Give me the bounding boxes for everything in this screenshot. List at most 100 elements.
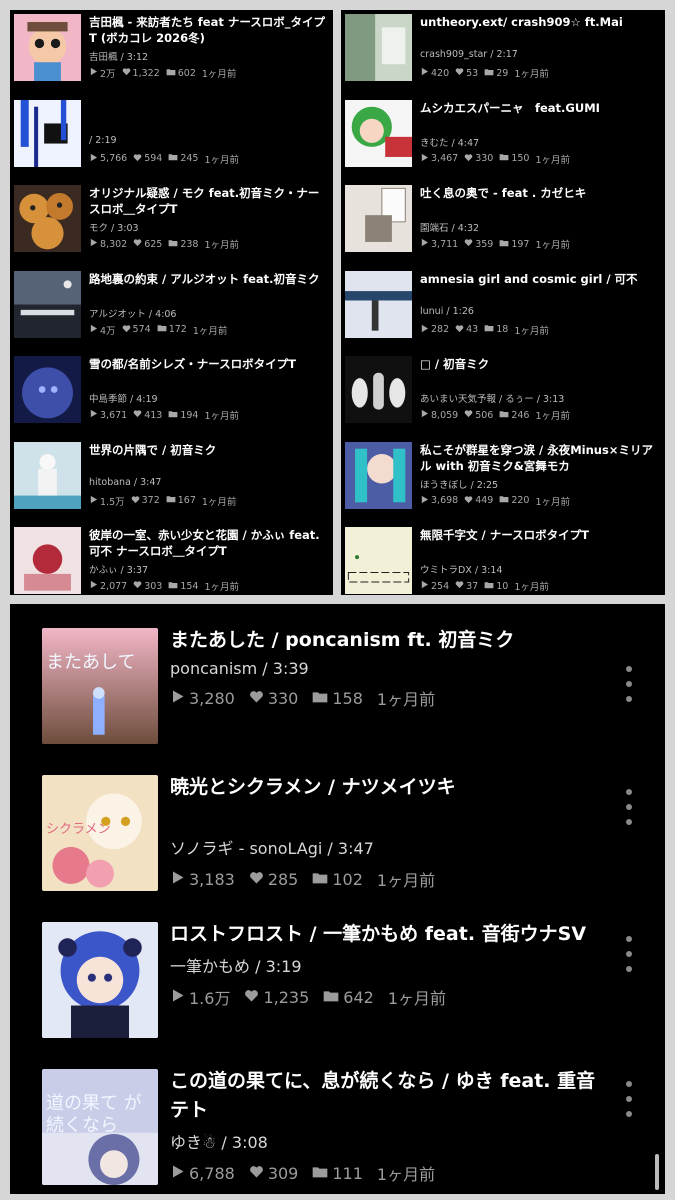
video-thumbnail[interactable] [14, 14, 81, 81]
video-title[interactable]: 雪の都/名前シレズ・ナースロボタイプT [89, 356, 329, 388]
video-thumbnail[interactable] [14, 99, 81, 167]
video-author-duration: 中島季節 / 4:19 [89, 394, 158, 405]
video-author-duration: 一筆かもめ / 3:19 [170, 957, 302, 976]
folder-icon [157, 324, 167, 335]
video-title[interactable]: 世界の片隅で / 初音ミク [89, 442, 329, 474]
video-list-item[interactable]: 世界の片隅で / 初音ミク hitobana / 3:47 1.5万 372 167 1ヶ… [10, 438, 333, 524]
heart-icon [464, 495, 473, 507]
folder-icon [166, 495, 176, 506]
video-list-item[interactable]: ロストフロスト / 一筆かもめ feat. 音街ウナSV 一筆かもめ / 3:19… [10, 898, 665, 1043]
video-thumbnail[interactable] [345, 99, 412, 167]
like-count: 359 [475, 238, 494, 250]
video-list-item[interactable]: またあして またあした / poncanism ft. 初音ミク poncanism… [10, 604, 665, 749]
video-title[interactable]: 彼岸の一室、赤い少女と花園 / かふぃ feat. 可不 ナースロボ＿タイプT [89, 527, 329, 559]
video-thumbnail[interactable] [345, 14, 412, 81]
mylist-count: 194 [180, 409, 199, 421]
heart-icon [122, 67, 131, 79]
kebab-menu-icon[interactable] [622, 666, 636, 702]
video-stats: 5,766 594 245 1ヶ月前 [89, 152, 329, 166]
video-title[interactable]: amnesia girl and cosmic girl / 可不 [420, 271, 661, 303]
video-thumbnail[interactable] [14, 356, 81, 423]
play-icon [420, 238, 429, 250]
video-thumbnail[interactable] [345, 356, 412, 423]
video-list-item[interactable]: オリジナル疑惑 / モク feat.初音ミク・ナースロボ＿タイプT モク / 3:… [10, 181, 333, 267]
kebab-menu-icon[interactable] [622, 1081, 636, 1117]
upload-age: 1ヶ月前 [514, 69, 549, 80]
video-thumbnail[interactable] [345, 270, 412, 338]
video-thumbnail[interactable] [14, 185, 81, 252]
video-list-item[interactable]: ムシカエスパーニャ feat.GUMI きむた / 4:47 3,467 330 150… [341, 96, 665, 182]
kebab-menu-icon[interactable] [622, 789, 636, 825]
video-title[interactable]: 路地裏の約束 / アルジオット feat.初音ミク [89, 271, 329, 303]
video-thumbnail[interactable] [345, 185, 412, 252]
video-title[interactable]: 無限千字文 / ナースロボタイプT [420, 527, 661, 559]
video-title[interactable]: 暁光とシクラメン / ナツメイツキ [170, 773, 600, 802]
video-list-item[interactable]: シクラメン 暁光とシクラメン / ナツメイツキ ソノラギ - sonoLAgi / … [10, 751, 665, 896]
video-title[interactable]: 私こそが群星を穿つ涙 / 永夜Minus×ミリアル with 初音ミク&宮舞モカ [420, 442, 661, 474]
video-author-duration: ほうきぼし / 2:25 [420, 479, 499, 491]
video-stats: 1.5万 372 167 1ヶ月前 [89, 494, 329, 508]
video-thumbnail[interactable] [14, 441, 81, 509]
like-count: 37 [466, 580, 479, 592]
heart-icon [244, 988, 259, 1007]
video-list-item[interactable]: untheory.ext/ crash909☆ ft.Mai crash909_s… [341, 10, 665, 96]
play-icon [420, 153, 429, 165]
video-thumbnail[interactable] [42, 922, 158, 1038]
video-thumbnail[interactable]: シクラメン [42, 775, 158, 891]
video-author-duration: hitobana / 3:47 [89, 476, 162, 488]
upload-age: 1ヶ月前 [192, 325, 228, 337]
mylist-count: 29 [496, 67, 509, 79]
video-thumbnail[interactable] [345, 441, 412, 509]
video-list-item[interactable]: 私こそが群星を穿つ涙 / 永夜Minus×ミリアル with 初音ミク&宮舞モカ… [341, 438, 665, 524]
video-list-item[interactable]: 路地裏の約束 / アルジオット feat.初音ミク アルジオット / 4:06 4万… [10, 267, 333, 353]
play-icon [420, 324, 429, 336]
play-icon [89, 238, 98, 250]
video-title[interactable]: ロストフロスト / 一筆かもめ feat. 音街ウナSV [170, 920, 600, 949]
mylist-count: 197 [511, 238, 530, 250]
video-title[interactable]: ムシカエスパーニャ feat.GUMI [420, 100, 661, 132]
folder-icon [168, 153, 178, 164]
mylist-count: 246 [511, 409, 530, 421]
video-author-duration: crash909_star / 2:17 [420, 49, 518, 60]
video-thumbnail[interactable]: 道の果て が続くなら [42, 1069, 158, 1185]
thumbnail-caption: またあして [46, 652, 136, 673]
mylist-count: 245 [180, 153, 199, 164]
video-stats: 3,280 330 158 1ヶ月前 [170, 686, 600, 710]
video-title[interactable]: この道の果てに、息が続くなら / ゆき feat. 重音テト [170, 1067, 600, 1125]
video-list-item[interactable]: 道の果て が続くなら この道の果てに、息が続くなら / ゆき feat. 重音テト… [10, 1045, 665, 1190]
play-icon [89, 580, 98, 592]
video-list-item[interactable]: □ / 初音ミク あいまい天気予報 / るぅー / 3:13 8,059 506 246… [341, 352, 665, 438]
video-list-item[interactable]: / 2:19 5,766 594 245 1ヶ月前 [10, 96, 333, 182]
video-thumbnail[interactable]: またあして [42, 628, 158, 744]
folder-icon [499, 410, 509, 421]
video-list-item[interactable]: 雪の都/名前シレズ・ナースロボタイプT 中島季節 / 4:19 3,671 413 19… [10, 352, 333, 438]
video-stats: 2,077 303 154 1ヶ月前 [89, 579, 329, 593]
video-title[interactable]: 吐く息の奥で - feat . カゼヒキ [420, 185, 661, 217]
folder-icon [484, 324, 494, 335]
video-title[interactable]: □ / 初音ミク [420, 356, 661, 388]
video-author-duration: / 2:19 [89, 134, 117, 146]
video-list-item[interactable]: amnesia girl and cosmic girl / 可不 lunui /… [341, 267, 665, 353]
folder-icon [168, 239, 178, 250]
folder-icon [312, 870, 328, 889]
video-title[interactable]: untheory.ext/ crash909☆ ft.Mai [420, 14, 661, 46]
kebab-menu-icon[interactable] [622, 936, 636, 972]
video-list-item[interactable]: 彼岸の一室、赤い少女と花園 / かふぃ feat. 可不 ナースロボ＿タイプT か… [10, 523, 333, 595]
video-title[interactable]: またあした / poncanism ft. 初音ミク [170, 626, 600, 655]
video-title[interactable]: 吉田楓 - 来訪者たち feat ナースロボ_タイプT (ボカコレ 2026冬) [89, 14, 329, 46]
heart-icon [131, 495, 140, 507]
video-list-item[interactable]: 吐く息の奥で - feat . カゼヒキ 園端石 / 4:32 3,711 359 19… [341, 181, 665, 267]
video-thumbnail[interactable] [345, 527, 412, 594]
video-list-item[interactable]: 無限千字文 / ナースロボタイプT ウミトラDX / 3:14 254 37 10 1ヶ月… [341, 523, 665, 595]
mylist-count: 111 [332, 1163, 363, 1183]
video-list-item[interactable]: 吉田楓 - 来訪者たち feat ナースロボ_タイプT (ボカコレ 2026冬)… [10, 10, 333, 96]
play-count: 5,766 [100, 153, 128, 164]
bottom-video-list-panel: またあして またあした / poncanism ft. 初音ミク poncanism… [10, 604, 665, 1194]
video-thumbnail[interactable] [14, 270, 81, 338]
video-title[interactable]: オリジナル疑惑 / モク feat.初音ミク・ナースロボ＿タイプT [89, 185, 329, 217]
play-count: 1.6万 [189, 989, 231, 1008]
video-title[interactable] [89, 100, 329, 132]
heart-icon [455, 580, 464, 592]
play-count: 8,302 [100, 238, 128, 250]
video-thumbnail[interactable] [14, 527, 81, 594]
